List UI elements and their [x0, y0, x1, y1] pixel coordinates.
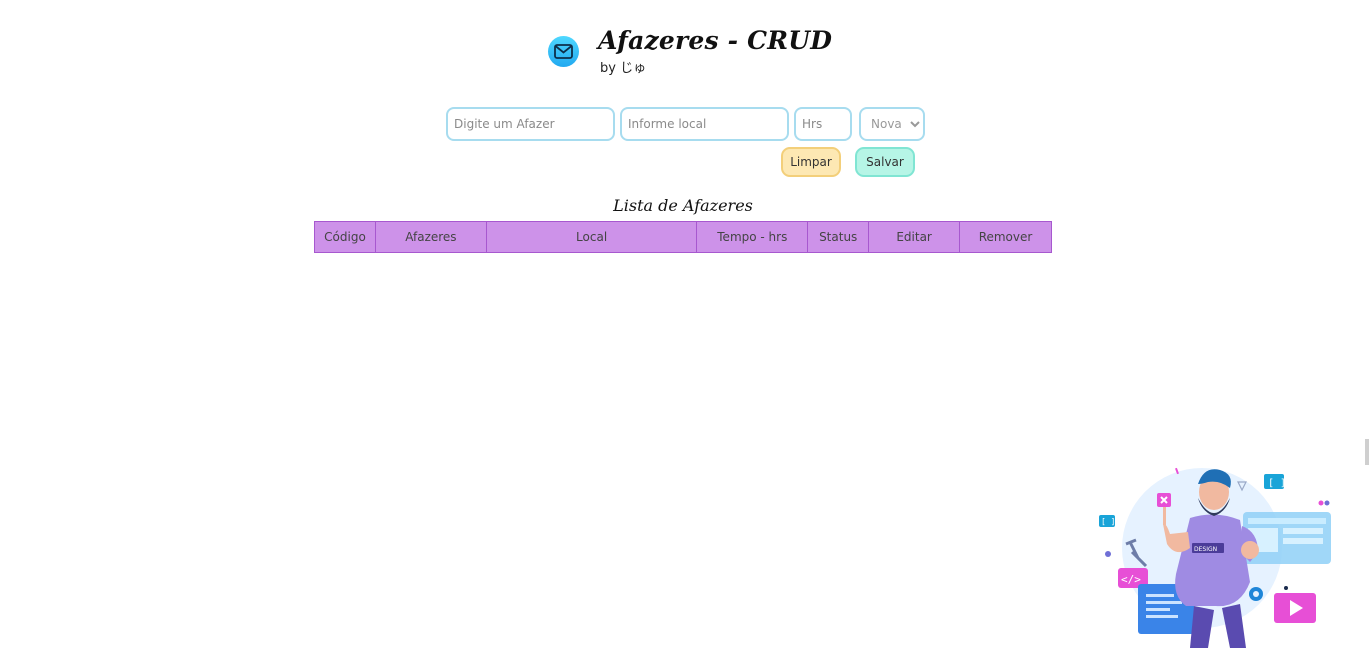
task-form: Nova: [446, 107, 925, 141]
salvar-button[interactable]: Salvar: [855, 147, 915, 177]
design-badge-text: DESIGN: [1194, 546, 1217, 553]
afazeres-table: Código Afazeres Local Tempo - hrs Status…: [314, 221, 1052, 253]
column-header-tempo: Tempo - hrs: [696, 221, 809, 253]
svg-text:[ ]: [ ]: [1268, 478, 1286, 489]
hrs-input[interactable]: [794, 107, 852, 141]
column-header-local: Local: [485, 221, 698, 253]
local-input[interactable]: [620, 107, 789, 141]
mail-icon: [548, 36, 579, 67]
form-actions: Limpar Salvar: [781, 147, 915, 177]
column-header-editar: Editar: [868, 221, 961, 253]
afazer-input[interactable]: [446, 107, 615, 141]
designer-illustration: [ ] [ ] </> DESIGN: [1099, 467, 1331, 648]
title-block: Afazeres - CRUD by じゅ: [598, 26, 832, 76]
column-header-afazeres: Afazeres: [374, 221, 487, 253]
list-title: Lista de Afazeres: [613, 196, 753, 215]
column-header-remover: Remover: [959, 221, 1052, 253]
byline: by じゅ: [600, 61, 647, 76]
scrollbar-thumb[interactable]: [1365, 439, 1369, 465]
column-header-status: Status: [807, 221, 870, 253]
svg-text:</>: </>: [1121, 573, 1141, 586]
column-header-codigo: Código: [314, 221, 376, 253]
page-title: Afazeres - CRUD: [598, 26, 833, 55]
table-header-row: Código Afazeres Local Tempo - hrs Status…: [314, 221, 1052, 253]
app-header: Afazeres - CRUD by じゅ: [548, 26, 832, 76]
status-select[interactable]: Nova: [859, 107, 925, 141]
svg-text:[ ]: [ ]: [1101, 517, 1115, 526]
limpar-button[interactable]: Limpar: [781, 147, 841, 177]
